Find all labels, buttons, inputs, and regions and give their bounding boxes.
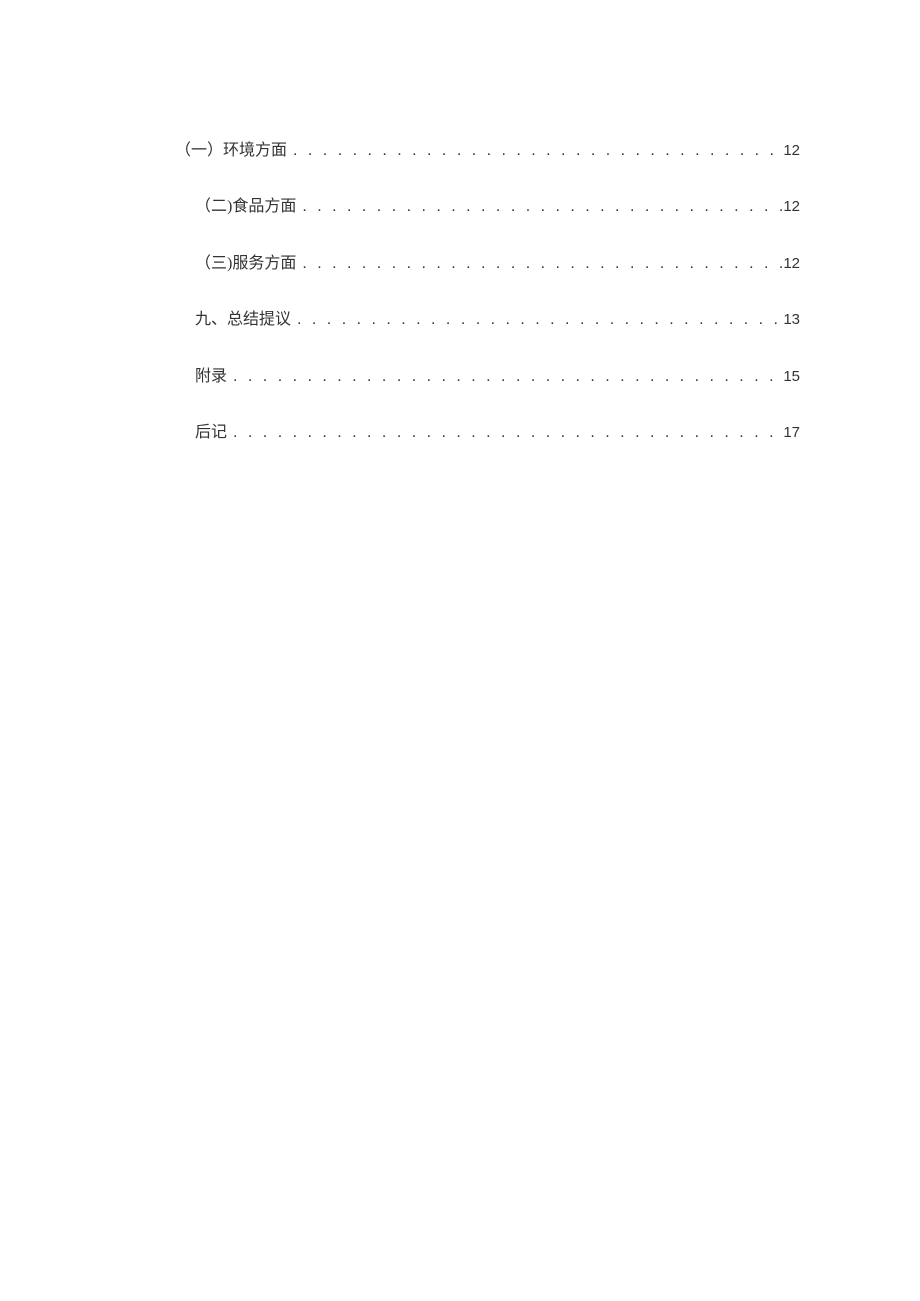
toc-entry-label: 附录 [195,366,227,388]
toc-entry: 九、总结提议 13 [175,309,800,331]
toc-dot-leader [227,366,783,388]
toc-entry-label: （一）环境方面 [175,140,287,162]
toc-entry: （一）环境方面 12 [175,140,800,162]
toc-dot-leader [296,253,783,275]
toc-dot-leader [291,309,783,331]
toc-entry: 后记 17 [175,422,800,444]
toc-dot-leader [296,196,783,218]
toc-dot-leader [227,422,783,444]
toc-entry-label: 后记 [195,422,227,444]
toc-entry-page: 13 [783,309,800,330]
toc-entry-page: 17 [783,422,800,443]
toc-entry: 附录 15 [175,366,800,388]
toc-entry-page: 12 [783,253,800,274]
toc-entry-label: （二)食品方面 [195,196,296,218]
page-content: （一）环境方面 12 （二)食品方面 12 （三)服务方面 12 九、总结提议 … [0,0,920,444]
toc-entry-label: （三)服务方面 [195,253,296,275]
toc-entry-page: 15 [783,366,800,387]
toc-entry: （三)服务方面 12 [175,253,800,275]
toc-entry-page: 12 [783,196,800,217]
toc-entry: （二)食品方面 12 [175,196,800,218]
toc-entry-page: 12 [783,140,800,161]
toc-entry-label: 九、总结提议 [195,309,291,331]
toc-dot-leader [287,140,783,162]
